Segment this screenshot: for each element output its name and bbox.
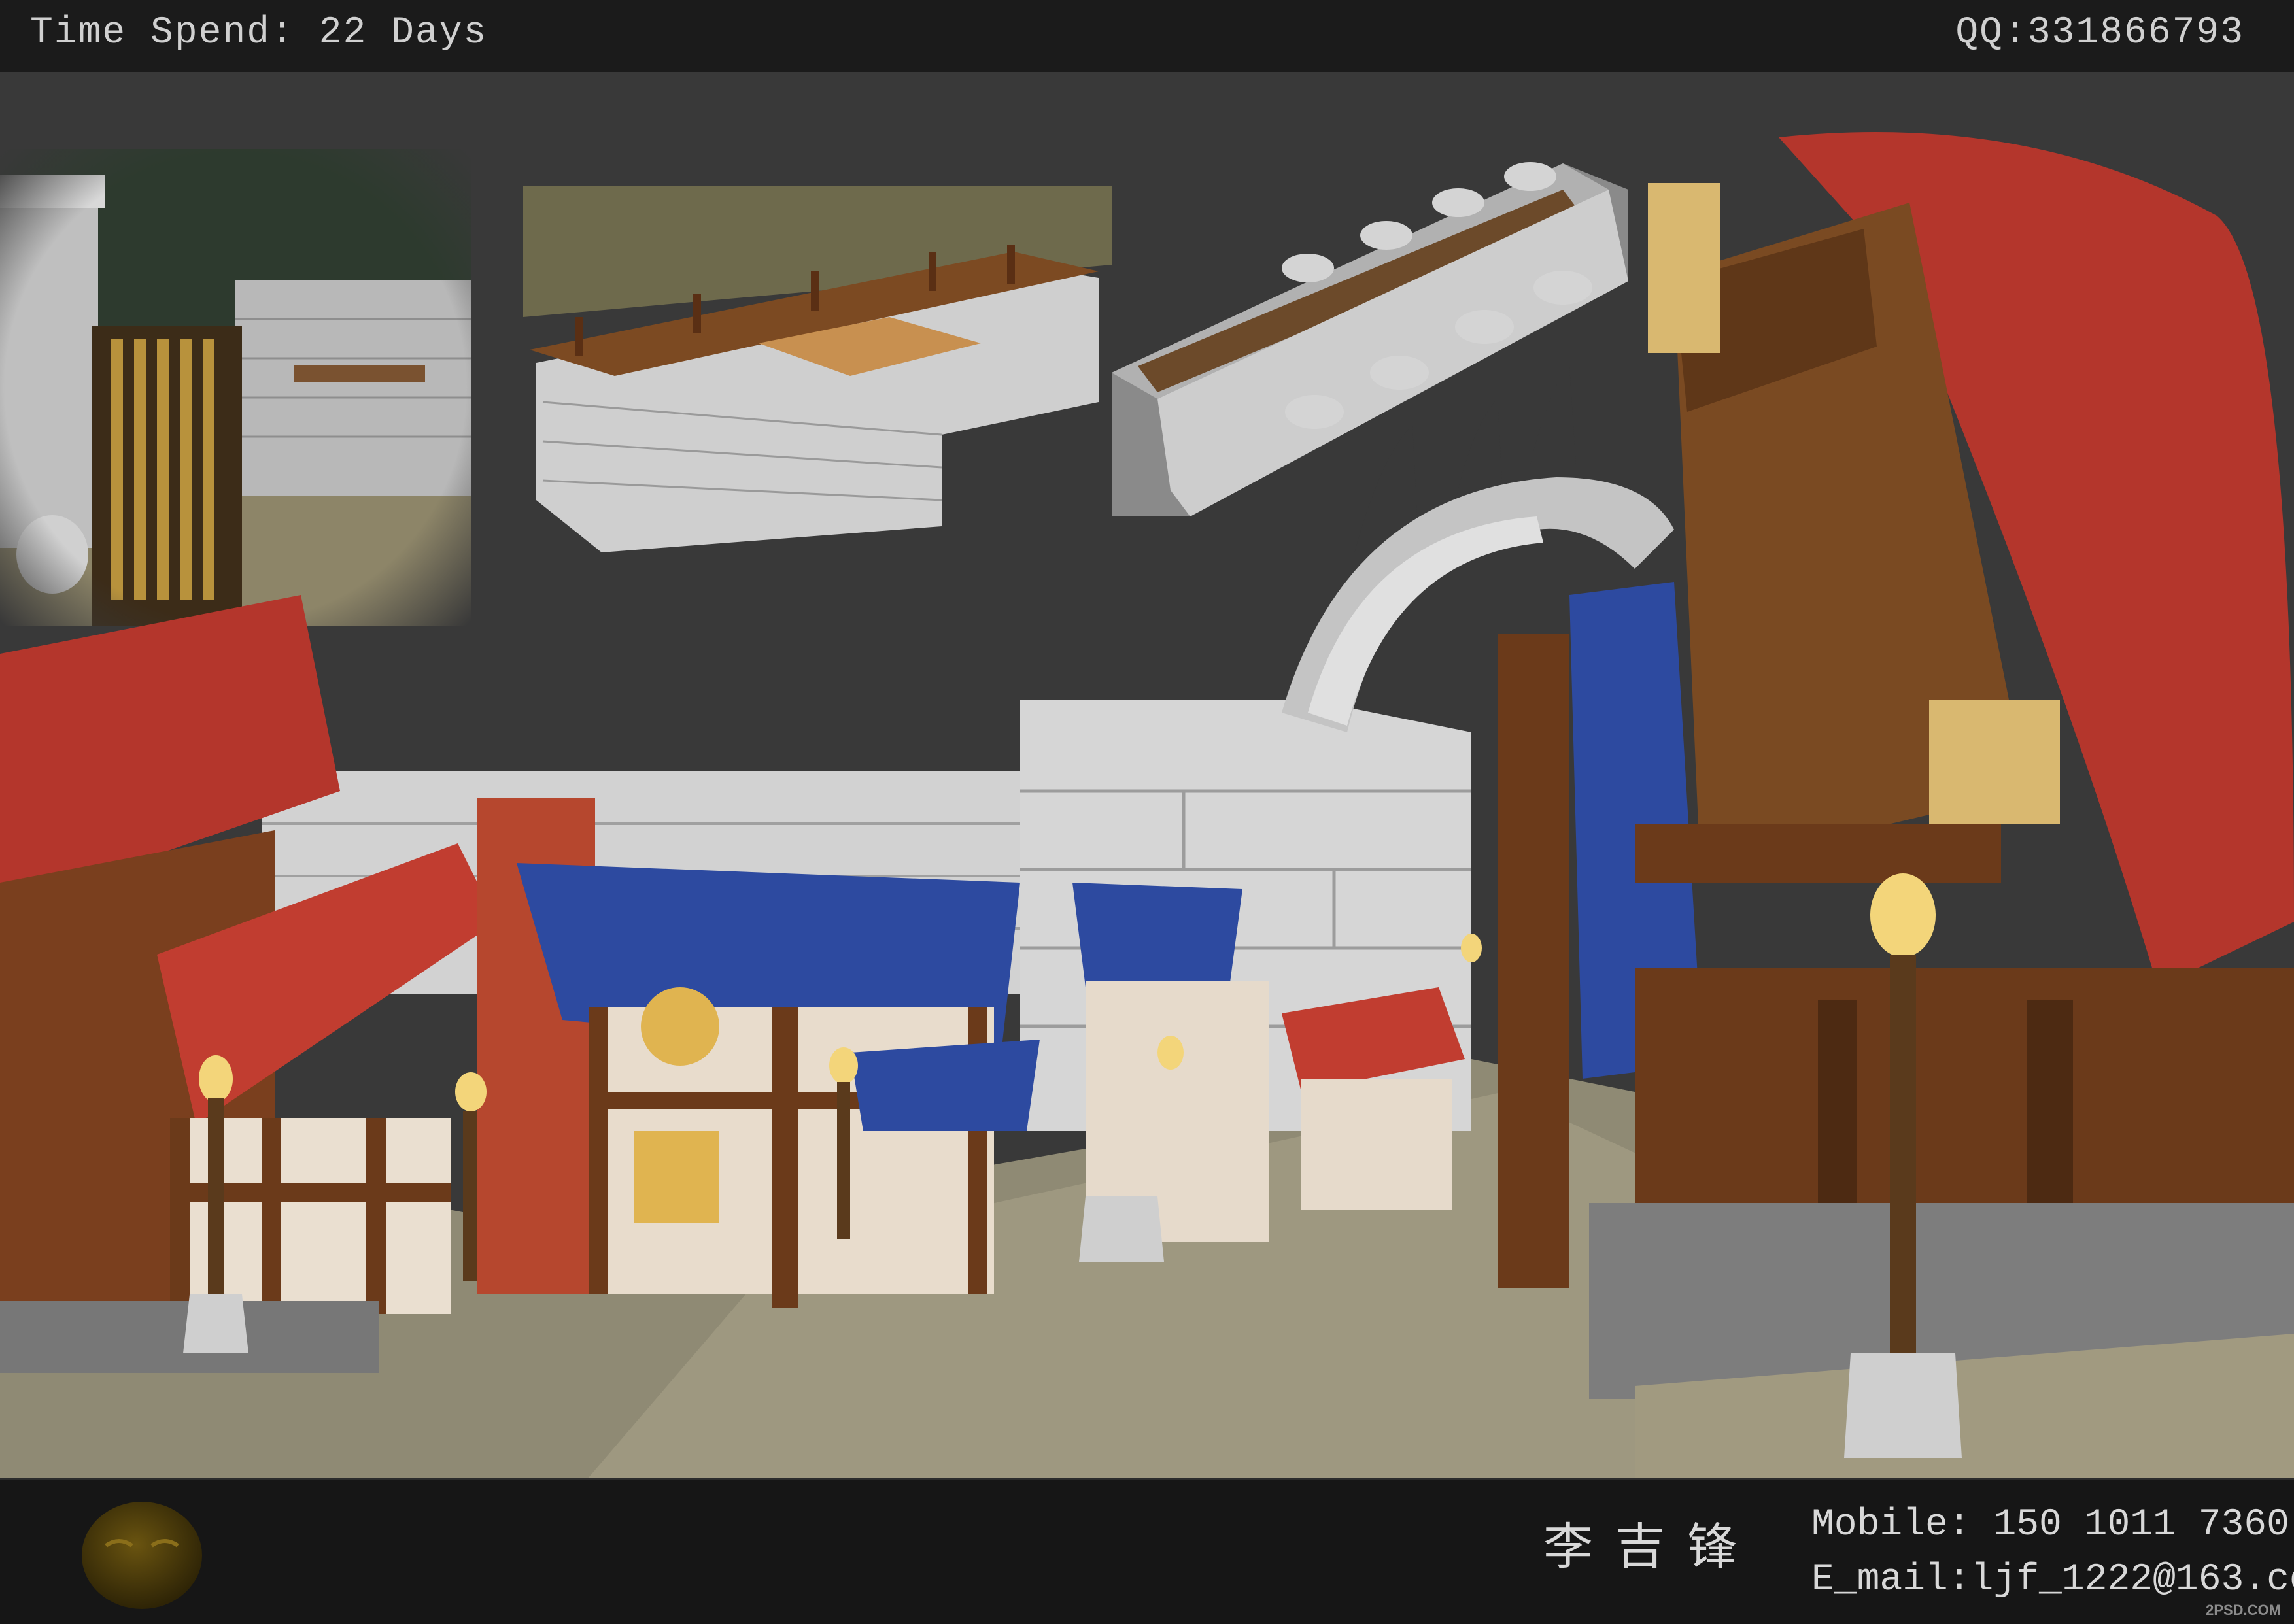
artist-name: 李吉锋 xyxy=(1543,1520,1759,1575)
footer-bar: 李吉锋 Mobile: 150 1011 7360 E_mail:ljf_122… xyxy=(0,1478,2294,1624)
face-emblem-icon xyxy=(80,1500,204,1611)
time-spend-label: Time Spend: 22 Days xyxy=(30,12,488,54)
header-bar: Time Spend: 22 Days QQ:331866793 xyxy=(0,0,2294,72)
town-street-scene xyxy=(0,132,2294,1478)
artwork-stage xyxy=(0,72,2294,1478)
mobile-contact: Mobile: 150 1011 7360 xyxy=(1811,1504,2289,1546)
site-watermark-logo: 2PSD.COM xyxy=(2206,1602,2281,1618)
qq-contact: QQ:331866793 xyxy=(1955,12,2244,54)
email-contact: E_mail:ljf_1222@163.com xyxy=(1811,1559,2294,1601)
